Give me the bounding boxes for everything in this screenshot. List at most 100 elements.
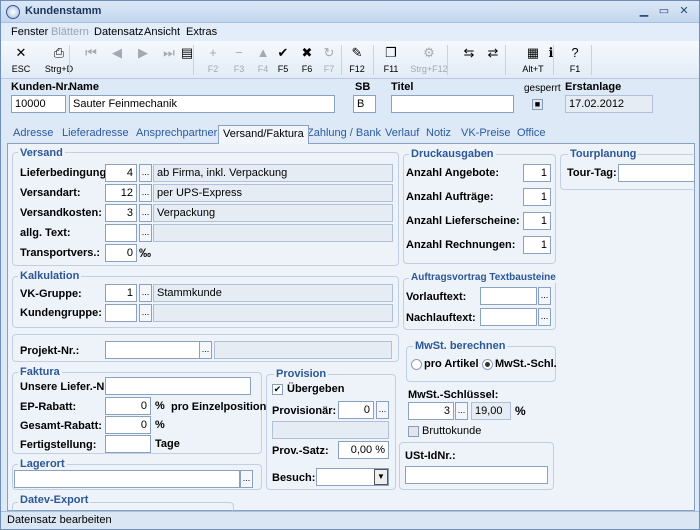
esc-button[interactable]: ✕ ESC	[9, 43, 33, 77]
rechnungen-field[interactable]: 1	[523, 236, 551, 254]
mwst-schluessel-lookup-button[interactable]: ...	[455, 402, 468, 420]
delete-button[interactable]: − F3	[227, 43, 251, 77]
lieferbedingung-lookup-button[interactable]: ...	[139, 164, 152, 182]
print-button[interactable]: ⎙ Strg+D	[39, 43, 79, 77]
tab-office[interactable]: Office	[517, 127, 546, 139]
nachlauftext-lookup-button[interactable]: ...	[538, 308, 551, 326]
list-view-button[interactable]: ▤	[175, 43, 199, 77]
vorlauftext-field[interactable]	[480, 287, 537, 305]
mwst-schluessel-field[interactable]: 3	[408, 402, 454, 420]
erstanlage-label: Erstanlage	[565, 81, 622, 93]
lieferbedingung-field[interactable]: 4	[105, 164, 137, 182]
versandart-lookup-button[interactable]: ...	[139, 184, 152, 202]
sb-field[interactable]: B	[353, 95, 376, 113]
cancel-button[interactable]: ✖ F6	[295, 43, 319, 77]
bruttokunde-checkbox[interactable]	[408, 426, 419, 437]
settings-button[interactable]: ⚙ Strg+F12	[409, 43, 449, 77]
toolbar-label: F5	[277, 64, 289, 74]
chevron-down-icon[interactable]: ▼	[374, 469, 388, 485]
lieferscheine-field[interactable]: 1	[523, 212, 551, 230]
tab-vk-preise[interactable]: VK-Preise	[461, 127, 511, 139]
mwst-schl-radio[interactable]	[482, 359, 493, 370]
pro-artikel-radio[interactable]	[411, 359, 422, 370]
angebote-field[interactable]: 1	[523, 164, 551, 182]
vk-gruppe-field[interactable]: 1	[105, 284, 137, 302]
menu-ansicht[interactable]: Ansicht	[144, 26, 180, 38]
app-window: Kundenstamm ▁ ▭ ✕ Fenster Blättern Daten…	[0, 0, 700, 530]
info-icon: ℹ	[548, 45, 554, 60]
name-field[interactable]: Sauter Feinmechanik	[69, 95, 335, 113]
next-record-button[interactable]: ▶	[131, 43, 155, 77]
close-icon[interactable]: ✕	[675, 4, 693, 19]
toolbar-label: F3	[233, 64, 245, 74]
versandkosten-lookup-button[interactable]: ...	[139, 204, 152, 222]
prov-satz-field[interactable]: 0,00 %	[338, 441, 389, 459]
projekt-field[interactable]	[105, 341, 200, 359]
toolbar-label: F12	[349, 64, 365, 74]
auftraege-field[interactable]: 1	[523, 188, 551, 206]
prev-record-button[interactable]: ◀	[105, 43, 129, 77]
kdnr-field[interactable]: 10000	[11, 95, 66, 113]
tab-notiz[interactable]: Notiz	[426, 127, 451, 139]
vorlauftext-lookup-button[interactable]: ...	[538, 287, 551, 305]
provisionaer-lookup-button[interactable]: ...	[376, 401, 389, 419]
menu-blaettern[interactable]: Blättern	[51, 26, 89, 38]
tab-zahlung-bank[interactable]: Zahlung / Bank	[307, 127, 381, 139]
info-button[interactable]: ℹ	[539, 43, 563, 77]
fertigstellung-field[interactable]	[105, 435, 151, 453]
lieferbedingung-text: ab Firma, inkl. Verpackung	[153, 164, 393, 182]
tab-adresse[interactable]: Adresse	[13, 127, 53, 139]
gesperrt-checkbox[interactable]: ■	[532, 99, 543, 110]
nachlauftext-field[interactable]	[480, 308, 537, 326]
titel-field[interactable]	[391, 95, 514, 113]
rechnungen-label: Anzahl Rechnungen:	[406, 239, 516, 251]
add-button[interactable]: + F2	[201, 43, 225, 77]
transportvers-field[interactable]: 0	[105, 244, 137, 262]
allg-text-lookup-button[interactable]: ...	[139, 224, 152, 242]
kundengruppe-text	[153, 304, 393, 322]
save-button[interactable]: ✔ F5	[271, 43, 295, 77]
tab-verlauf[interactable]: Verlauf	[385, 127, 419, 139]
first-record-button[interactable]: ⏮	[79, 43, 103, 77]
menu-datensatz[interactable]: Datensatz	[94, 26, 144, 38]
versandart-field[interactable]: 12	[105, 184, 137, 202]
maximize-icon[interactable]: ▭	[655, 4, 673, 19]
exchange-button[interactable]: ⇆	[457, 43, 481, 77]
exchange-icon: ⇆	[463, 45, 475, 60]
refresh-button[interactable]: ↻ F7	[317, 43, 341, 77]
kdnr-label: Kunden-Nr.	[11, 81, 71, 93]
mwst-schl-label: MwSt.-Schl.	[495, 358, 557, 370]
kundengruppe-lookup-button[interactable]: ...	[139, 304, 152, 322]
ustid-field[interactable]	[405, 466, 548, 484]
projekt-lookup-button[interactable]: ...	[199, 341, 212, 359]
minimize-icon[interactable]: ▁	[635, 4, 653, 19]
pro-artikel-label: pro Artikel	[424, 358, 479, 370]
tourtag-field[interactable]	[618, 164, 695, 182]
allg-text-field[interactable]	[105, 224, 137, 242]
lagerort-lookup-button[interactable]: ...	[240, 470, 253, 488]
tab-ansprechpartner[interactable]: Ansprechpartner	[136, 127, 217, 139]
provisionaer-field[interactable]: 0	[338, 401, 374, 419]
kundengruppe-field[interactable]	[105, 304, 137, 322]
unsere-liefernr-field[interactable]	[105, 377, 251, 395]
menu-fenster[interactable]: Fenster	[11, 26, 48, 38]
help-icon: ?	[571, 45, 579, 60]
versandkosten-field[interactable]: 3	[105, 204, 137, 222]
textbausteine-title: Auftragsvortrag Textbausteine	[409, 272, 558, 283]
ep-rabatt-field[interactable]: 0	[105, 397, 151, 415]
copy-button[interactable]: ❐ F11	[379, 43, 403, 77]
vk-gruppe-lookup-button[interactable]: ...	[139, 284, 152, 302]
help-button[interactable]: ? F1	[563, 43, 587, 77]
toolbar-separator	[341, 45, 342, 75]
lagerort-field[interactable]	[14, 470, 240, 488]
transfer-button[interactable]: ⇄	[481, 43, 505, 77]
uebergeben-checkbox[interactable]: ✔	[272, 384, 283, 395]
tab-lieferadresse[interactable]: Lieferadresse	[62, 127, 129, 139]
cancel-icon: ✖	[301, 45, 313, 60]
edit-icon: ✎	[351, 45, 363, 60]
menu-extras[interactable]: Extras	[186, 26, 217, 38]
status-text: Datensatz bearbeiten	[7, 514, 112, 526]
edit-button[interactable]: ✎ F12	[345, 43, 369, 77]
gesamt-rabatt-field[interactable]: 0	[105, 416, 151, 434]
tab-versand-faktura[interactable]: Versand/Faktura	[218, 125, 309, 144]
